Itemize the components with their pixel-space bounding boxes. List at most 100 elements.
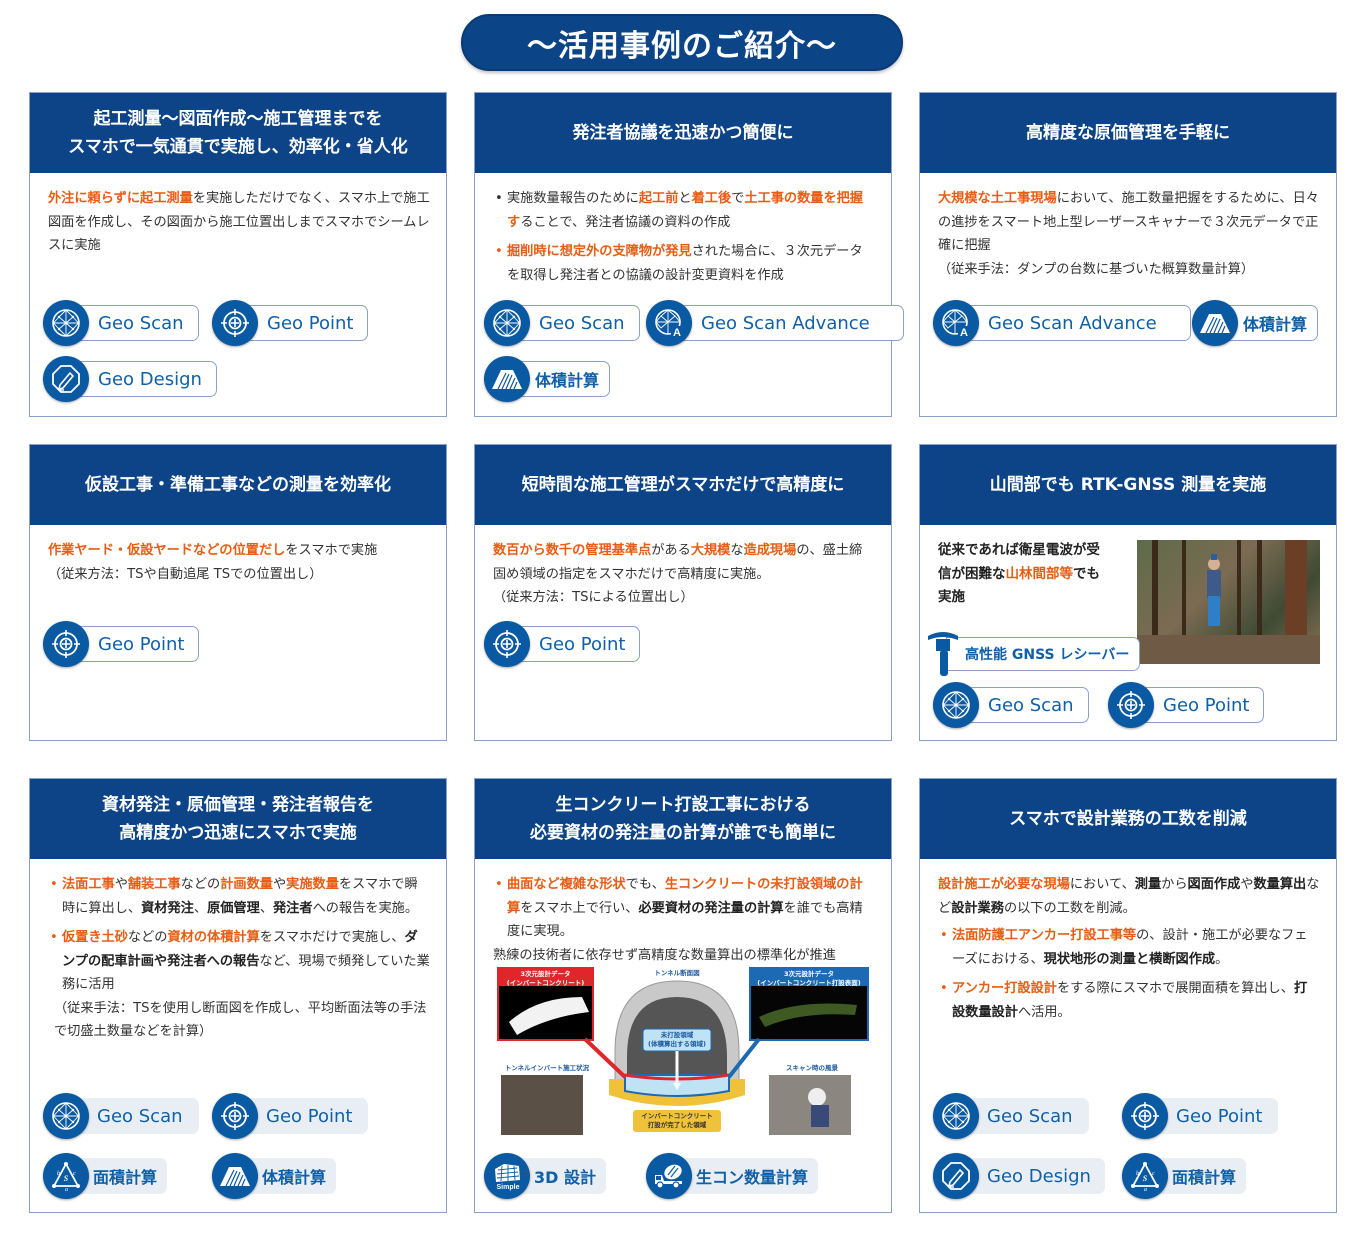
tool-badge-geo-scan[interactable]: Geo Scan xyxy=(933,1093,1089,1139)
case-card-title: 生コンクリート打設工事における 必要資材の発注量の計算が誰でも簡単に xyxy=(475,779,891,859)
tool-badge-geo-point[interactable]: Geo Point xyxy=(212,300,369,346)
case-card-title: スマホで設計業務の工数を削減 xyxy=(920,779,1336,859)
tool-badge-triangle-area[interactable]: Sb c a 面積計算 xyxy=(43,1153,168,1199)
body-text: をする際にスマホで展開面積を算出し、 xyxy=(1056,981,1294,996)
svg-text:S: S xyxy=(1143,1174,1148,1183)
case-card-body: 従来であれば衛星電波が受信が困難な山林間部等でも実施 xyxy=(920,525,1125,610)
case-card-body: 実施数量報告のために起工前と着工後で土工事の数量を把握することで、発注者協議の資… xyxy=(475,173,891,287)
tool-badge-label: Geo Point xyxy=(512,626,641,662)
case-card-body: 曲面など複雑な形状でも、生コンクリートの未打設領域の計算をスマホ上で行い、必要資… xyxy=(475,859,891,967)
tool-badge-label: Geo Point xyxy=(71,626,200,662)
tool-badge-geo-point[interactable]: Geo Point xyxy=(43,621,200,667)
bullet-item: 法面工事や舗装工事などの計画数量や実施数量をスマホで瞬時に算出し、資材発注、原価… xyxy=(48,873,430,920)
tool-badge-label: Geo Point xyxy=(1136,687,1265,723)
3d-simple-icon: Simple xyxy=(484,1153,530,1199)
geodesic-sphere-icon xyxy=(933,1093,979,1139)
highlight-text: 大規模 xyxy=(690,543,731,558)
tool-badge-mixer-truck[interactable]: 生コン数量計算 xyxy=(646,1153,819,1199)
case-card-note: （従来手法：ダンプの台数に基づいた概算数量計算） xyxy=(938,261,1255,277)
case-card-title: 短時間な施工管理がスマホだけで高精度に xyxy=(475,445,891,525)
tool-badge-geo-design[interactable]: Geo Design xyxy=(933,1153,1105,1199)
crosshair-target-icon xyxy=(484,621,530,667)
diagram-right-photo-label: スキャン時の風景 xyxy=(786,1064,838,1072)
body-text: などの xyxy=(180,877,221,892)
tool-badge-geo-scan[interactable]: Geo Scan xyxy=(43,1093,199,1139)
body-text: 、 xyxy=(193,900,208,916)
tool-badge-geo-point[interactable]: Geo Point xyxy=(484,621,641,667)
highlight-text: 着工後 xyxy=(691,191,732,206)
highlight-text: アンカー打設設計 xyxy=(951,981,1057,996)
svg-text:Simple: Simple xyxy=(497,1184,520,1191)
tool-badge-geo-design[interactable]: Geo Design xyxy=(43,356,217,402)
case-card-title-line: 高精度な原価管理を手軽に xyxy=(1026,123,1230,143)
bullet-item: 法面防護工アンカー打設工事等の、設計・施工が必要なフェーズにおける、現状地形の測… xyxy=(938,924,1320,971)
tool-badge-volume-mound[interactable]: 体積計算 xyxy=(1192,300,1319,346)
case-card-body: 法面工事や舗装工事などの計画数量や実施数量をスマホで瞬時に算出し、資材発注、原価… xyxy=(30,859,446,1044)
tool-badge-geo-scan[interactable]: Geo Scan xyxy=(43,300,199,346)
case-card-title-line: 資材発注・原価管理・発注者報告を xyxy=(102,795,374,815)
body-text: 。 xyxy=(1215,951,1229,967)
tool-badge-geo-point[interactable]: Geo Point xyxy=(1122,1093,1278,1139)
tool-badge-triangle-area[interactable]: Sb c a 面積計算 xyxy=(1122,1153,1247,1199)
tool-badge-label: Geo Scan xyxy=(71,1098,199,1134)
diagram-center-title: トンネル断面図 xyxy=(654,969,700,977)
body-text: をスマホだけで実施し、 xyxy=(259,930,405,945)
svg-text:c: c xyxy=(1152,1171,1155,1177)
tool-badge-geo-scan-advance[interactable]: A Geo Scan Advance xyxy=(933,300,1191,346)
forest-survey-photo xyxy=(1137,540,1320,664)
highlight-text: 法面防護工アンカー打設工事等 xyxy=(951,928,1137,943)
body-text: な xyxy=(730,543,744,558)
svg-text:A: A xyxy=(960,327,968,339)
volume-mound-icon xyxy=(1192,300,1238,346)
geodesic-sphere-a-icon: A xyxy=(646,300,692,346)
svg-text:S: S xyxy=(64,1174,69,1183)
crosshair-target-icon xyxy=(1122,1093,1168,1139)
tool-badge-label: Geo Design xyxy=(71,361,217,397)
case-card-title-line: スマホで設計業務の工数を削減 xyxy=(1009,809,1247,829)
case-card: 短時間な施工管理がスマホだけで高精度に 数百から数千の管理基準点がある大規模な造成… xyxy=(474,444,892,741)
case-card-description: 作業ヤード・仮設ヤードなどの位置だしをスマホで実施 xyxy=(48,539,430,563)
svg-text:b: b xyxy=(57,1171,60,1177)
case-card-body: 大規模な土工事現場において、施工数量把握をするために、日々の進捗をスマート地上型… xyxy=(920,173,1336,281)
crosshair-target-icon xyxy=(212,300,258,346)
highlight-text: 法面工事 xyxy=(61,877,115,892)
svg-text:A: A xyxy=(673,327,681,339)
highlight-text: 山林間部等 xyxy=(1005,565,1074,582)
case-card-title-line: 発注者協議を迅速かつ簡便に xyxy=(572,123,794,143)
diagram-red-box-title: 3次元設計データ (インバートコンクリート) xyxy=(506,970,585,987)
case-card-note: （従来方法：TSや自動追尾 TSでの位置出し） xyxy=(48,566,323,582)
case-card-note: 熟練の技術者に依存せず高精度な数量算出の標準化が推進 xyxy=(493,947,836,963)
page: 〜活用事例のご紹介〜 起工測量〜図面作成〜施工管理までを スマホで一気通貫で実施し… xyxy=(0,0,1364,1242)
case-card-title-line: 必要資材の発注量の計算が誰でも簡単に xyxy=(530,823,836,843)
geodesic-sphere-icon xyxy=(484,300,530,346)
highlight-text: 大規模な土工事現場 xyxy=(938,191,1057,206)
tool-badge-3d-simple[interactable]: Simple 3D 設計 xyxy=(484,1153,606,1199)
gnss-receiver-badge[interactable]: 高性能 GNSS レシーバー xyxy=(926,632,1141,676)
body-text: 、 xyxy=(259,900,273,916)
case-card-title: 資材発注・原価管理・発注者報告を 高精度かつ迅速にスマホで実施 xyxy=(30,779,446,859)
crosshair-target-icon xyxy=(43,621,89,667)
tool-badge-geo-point[interactable]: Geo Point xyxy=(1108,682,1265,728)
geodesic-sphere-icon xyxy=(933,682,979,728)
highlight-text: 作業ヤード・仮設ヤードなどの位置だし xyxy=(48,543,286,558)
case-card-title: 仮設工事・準備工事などの測量を効率化 xyxy=(30,445,446,525)
tool-badge-label: Geo Scan Advance xyxy=(961,305,1191,341)
case-card: 生コンクリート打設工事における必要資材の発注量の計算が誰でも簡単に曲面など複雑な… xyxy=(474,778,892,1213)
body-text: への報告を実施。 xyxy=(312,900,419,916)
bullet-item: 仮置き土砂などの資材の体積計算をスマホだけで実施し、ダンプの配車計画や発注者への… xyxy=(48,926,430,997)
tool-badge-volume-mound[interactable]: 体積計算 xyxy=(484,356,611,402)
tool-badge-geo-scan[interactable]: Geo Scan xyxy=(484,300,640,346)
case-card-title-line: 起工測量〜図面作成〜施工管理までを xyxy=(93,109,383,129)
bullet-item: 曲面など複雑な形状でも、生コンクリートの未打設領域の計算をスマホ上で行い、必要資… xyxy=(493,873,875,944)
svg-text:a: a xyxy=(1144,1187,1147,1192)
tool-badge-geo-scan[interactable]: Geo Scan xyxy=(933,682,1089,728)
tool-badge-geo-scan-advance[interactable]: A Geo Scan Advance xyxy=(646,300,904,346)
tool-badge-geo-point[interactable]: Geo Point xyxy=(212,1093,368,1139)
tool-badge-volume-mound[interactable]: 体積計算 xyxy=(212,1153,337,1199)
case-card: 山間部でも RTK-GNSS 測量を実施 従来であれば衛星電波が受信が困難な山林間… xyxy=(919,444,1337,741)
highlight-text: 造成現場 xyxy=(743,543,797,558)
case-card: 起工測量〜図面作成〜施工管理までを スマホで一気通貫で実施し、効率化・省人化 外注に… xyxy=(29,92,447,417)
case-card-body: 外注に頼らずに起工測量を実施しただけでなく、スマホ上で施工図面を作成し、その図面… xyxy=(30,173,446,258)
bullet-item: アンカー打設設計をする際にスマホで展開面積を算出し、打設数量設計へ活用。 xyxy=(938,977,1320,1024)
case-card-title: 高精度な原価管理を手軽に xyxy=(920,93,1336,173)
